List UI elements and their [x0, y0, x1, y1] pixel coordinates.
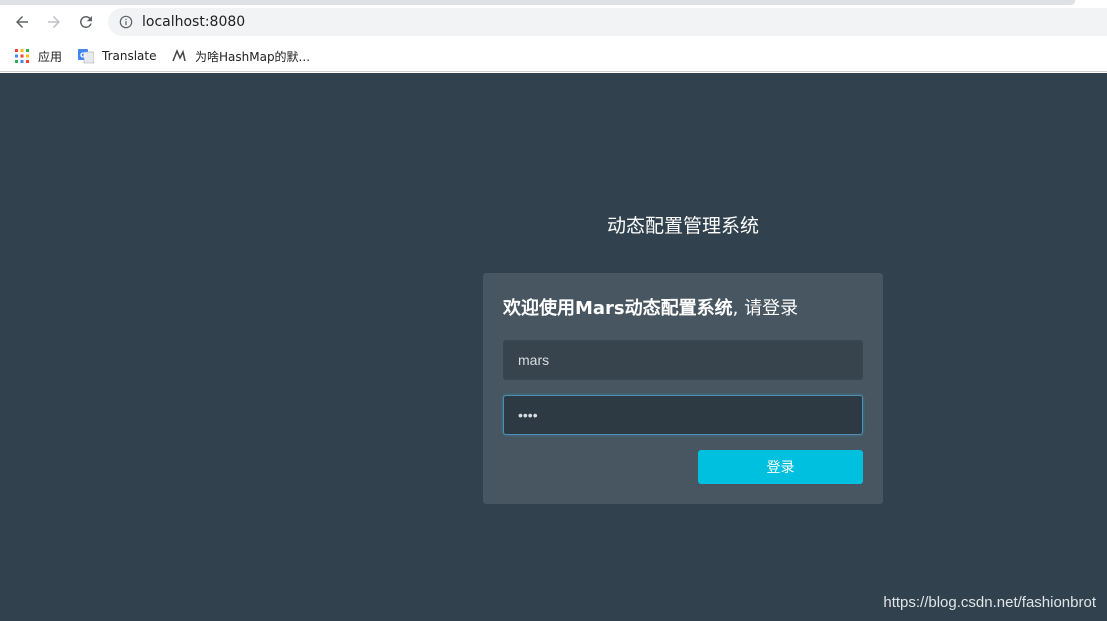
bookmark-translate[interactable]: G Translate [78, 46, 157, 66]
reload-icon [79, 15, 92, 28]
back-button[interactable] [10, 10, 34, 34]
tab-strip [0, 0, 1075, 5]
system-title: 动态配置管理系统 [606, 215, 759, 237]
bookmark-label: 为啥HashMap的默... [195, 49, 311, 64]
bookmark-site-icon [171, 48, 187, 64]
apps-grid-icon [14, 48, 30, 64]
password-input[interactable] [503, 395, 863, 435]
svg-text:G: G [80, 52, 86, 60]
address-bar[interactable]: localhost:8080 [108, 8, 1107, 36]
login-heading: 欢迎使用Mars动态配置系统, 请登录 [503, 294, 798, 320]
arrow-right-icon [48, 16, 60, 28]
bookmark-hashmap[interactable]: 为啥HashMap的默... [171, 46, 310, 66]
watermark: https://blog.csdn.net/fashionbrot [883, 594, 1096, 611]
bookmark-apps[interactable]: 应用 [14, 46, 62, 66]
bookmarks-bar: 应用 G Translate 为啥HashMap的默... [0, 40, 1107, 72]
bookmark-label: 应用 [38, 49, 63, 64]
reload-button[interactable] [74, 10, 98, 34]
username-input[interactable] [503, 340, 863, 380]
login-heading-rest: , 请登录 [732, 298, 799, 319]
login-button[interactable]: 登录 [698, 450, 863, 484]
google-translate-icon: G [78, 48, 94, 64]
url-text: localhost:8080 [142, 14, 246, 30]
login-card: 欢迎使用Mars动态配置系统, 请登录 登录 [483, 273, 883, 504]
bookmark-label: Translate [102, 49, 157, 63]
info-icon [119, 15, 133, 29]
page-content: 动态配置管理系统 欢迎使用Mars动态配置系统, 请登录 登录 https://… [0, 73, 1107, 621]
arrow-left-icon [16, 16, 28, 28]
login-heading-bold: 欢迎使用Mars动态配置系统 [503, 298, 733, 319]
browser-toolbar: localhost:8080 [0, 0, 1107, 40]
forward-button[interactable] [42, 10, 66, 34]
